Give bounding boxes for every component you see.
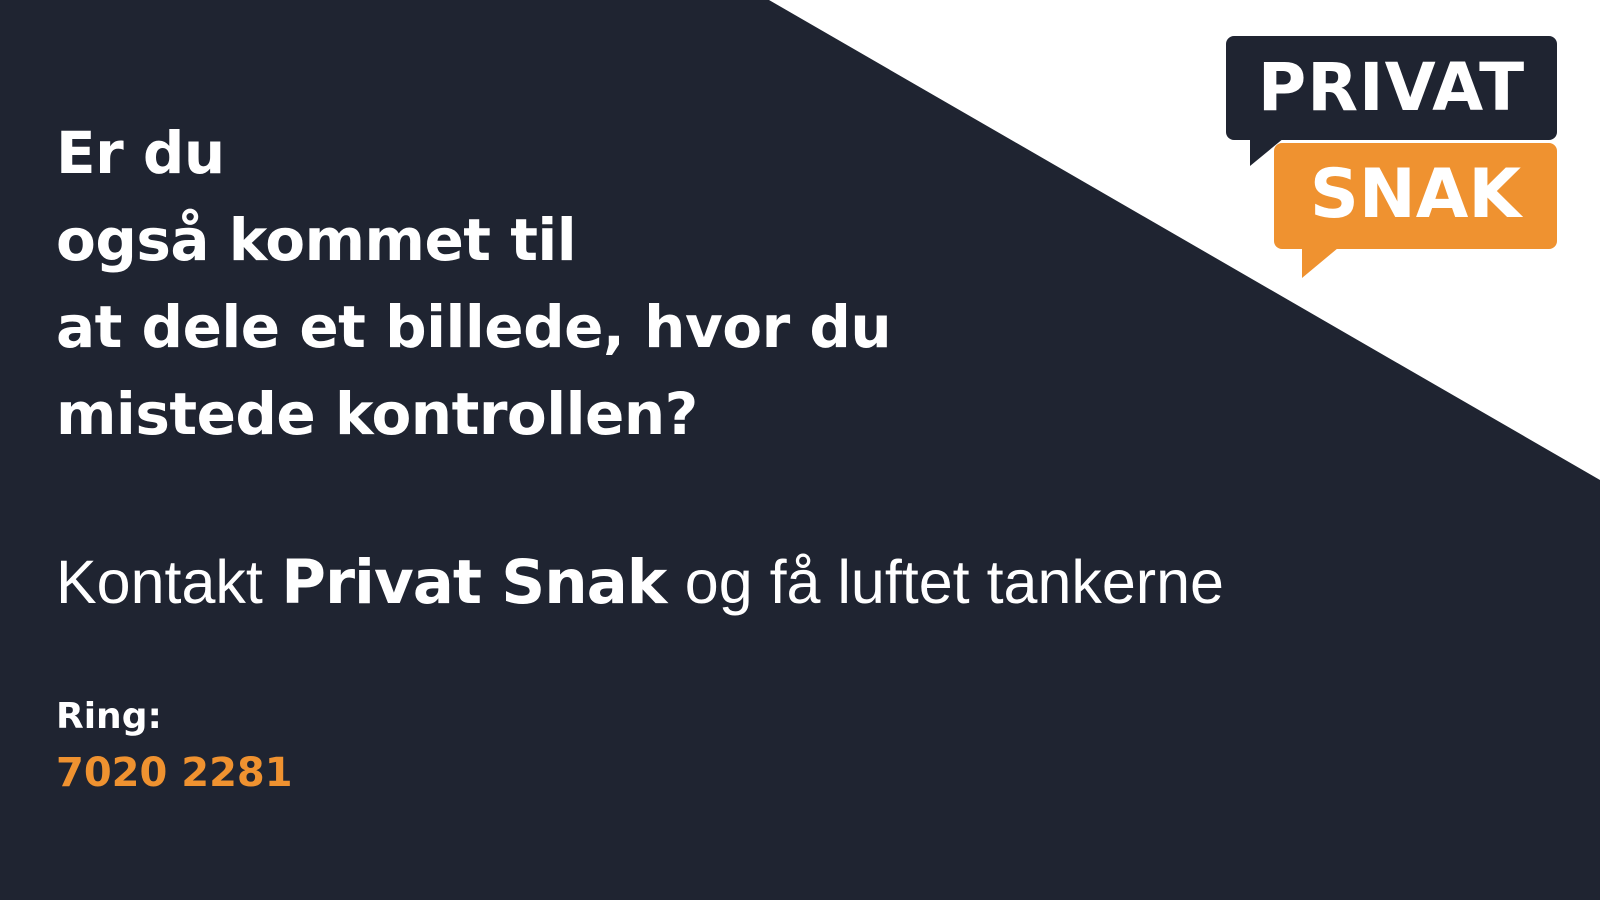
headline-line-3: at dele et billede, hvor du <box>56 293 892 361</box>
tagline: Kontakt Privat Snak og få luftet tankern… <box>56 540 1496 625</box>
tagline-before: Kontakt <box>56 548 263 616</box>
logo-bottom-text: SNAK <box>1309 155 1522 234</box>
logo-top-text: PRIVAT <box>1257 49 1526 126</box>
logo-speech-bubble-orange: SNAK <box>1274 143 1557 249</box>
phone-number-link[interactable]: 7020 2281 <box>56 748 293 798</box>
tagline-brand: Privat Snak <box>281 547 667 618</box>
headline-question: Er du også kommet til at dele et billede… <box>56 110 976 458</box>
ad-banner: PRIVAT SNAK Er du også kommet til at del… <box>0 0 1600 900</box>
headline-line-2: også kommet til <box>56 206 577 274</box>
headline-line-4: mistede kontrollen? <box>56 380 698 448</box>
logo-bubble-tail-orange <box>1302 248 1338 278</box>
logo-speech-bubble-dark: PRIVAT <box>1226 36 1557 140</box>
privat-snak-logo: PRIVAT SNAK <box>1222 34 1562 280</box>
headline-line-1: Er du <box>56 119 225 187</box>
tagline-after: og få luftet tankerne <box>684 548 1224 616</box>
ring-label: Ring: <box>56 696 162 737</box>
